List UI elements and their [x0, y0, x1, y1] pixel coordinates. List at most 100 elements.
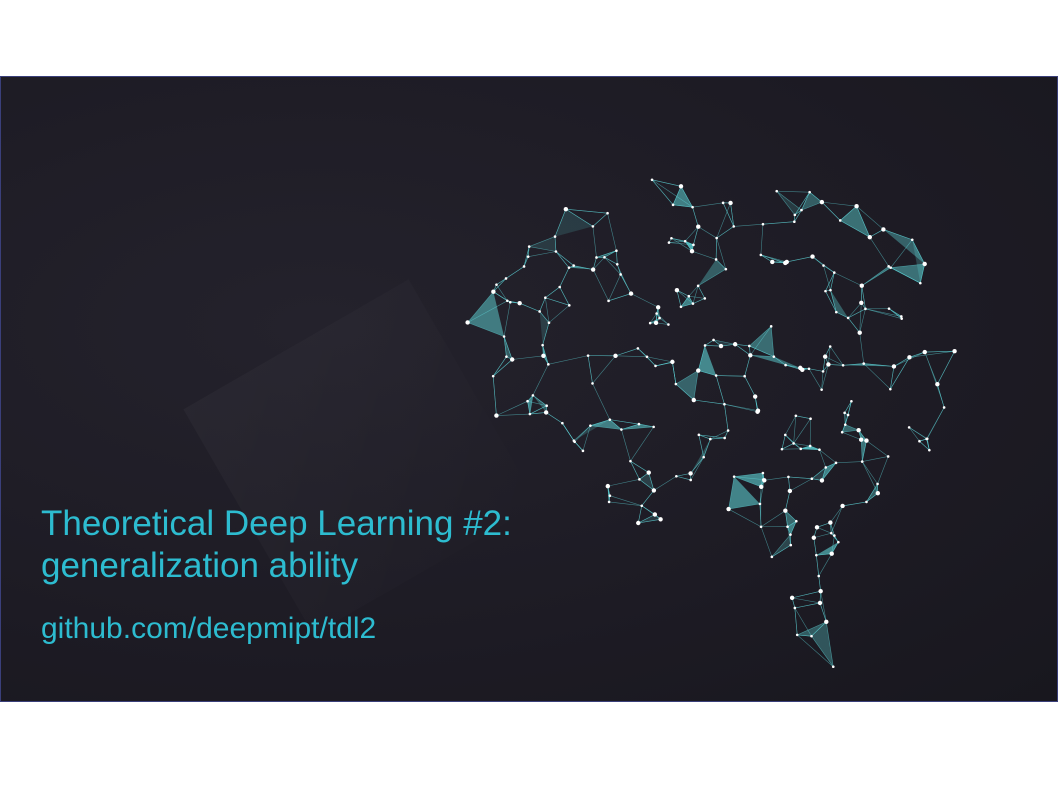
- slide-title: Theoretical Deep Learning #2: generaliza…: [41, 503, 512, 587]
- network-node: [922, 349, 927, 355]
- network-node: [857, 330, 862, 335]
- network-edge: [548, 355, 589, 365]
- network-edge: [692, 207, 699, 227]
- network-node: [919, 281, 922, 285]
- network-node: [887, 307, 891, 310]
- network-node: [875, 491, 881, 496]
- network-edge: [908, 427, 928, 439]
- network-node: [824, 619, 829, 625]
- network-edge: [764, 476, 789, 481]
- network-edge: [607, 479, 640, 487]
- network-facet: [698, 259, 726, 286]
- network-node: [554, 250, 558, 253]
- network-node: [723, 436, 726, 440]
- network-edge: [865, 308, 902, 317]
- network-node: [886, 455, 890, 458]
- network-edge: [620, 274, 632, 294]
- network-node: [769, 325, 773, 328]
- network-node: [558, 285, 561, 289]
- network-node: [783, 508, 788, 513]
- network-node: [907, 426, 911, 429]
- network-edge: [716, 202, 731, 239]
- network-node: [607, 500, 611, 504]
- network-node: [687, 294, 691, 298]
- network-node: [755, 408, 761, 413]
- network-node: [590, 267, 596, 272]
- network-node: [654, 364, 657, 368]
- network-node: [510, 357, 515, 362]
- network-edge: [545, 286, 560, 298]
- network-node: [784, 363, 787, 367]
- network-node: [655, 305, 661, 310]
- network-node: [636, 520, 641, 526]
- network-edge: [847, 401, 852, 416]
- network-edge: [744, 376, 756, 397]
- network-node: [650, 178, 654, 182]
- network-node: [793, 220, 796, 223]
- network-node: [603, 255, 606, 259]
- network-edge: [703, 438, 711, 458]
- network-edge: [690, 456, 704, 474]
- network-node: [553, 235, 557, 238]
- network-edge: [562, 422, 575, 442]
- network-edge: [503, 302, 511, 337]
- network-node: [819, 199, 825, 205]
- network-node: [811, 535, 817, 540]
- network-node: [527, 245, 531, 248]
- network-node: [615, 262, 619, 266]
- network-node: [824, 289, 827, 293]
- network-edge: [842, 501, 867, 507]
- network-node: [864, 307, 867, 311]
- network-edge: [744, 355, 751, 377]
- network-edge: [548, 305, 570, 323]
- network-node: [841, 363, 845, 367]
- network-node: [860, 460, 864, 463]
- network-edge: [821, 201, 841, 221]
- network-node: [952, 349, 957, 354]
- network-node: [780, 447, 784, 451]
- repository-link[interactable]: github.com/deepmipt/tdl2: [41, 611, 376, 647]
- network-node: [696, 224, 701, 229]
- network-node: [810, 254, 815, 259]
- network-node: [709, 437, 712, 441]
- network-facet: [639, 472, 654, 491]
- network-edge: [785, 490, 791, 511]
- network-node: [506, 299, 509, 303]
- network-edge: [528, 251, 557, 257]
- network-node: [819, 478, 825, 483]
- network-node: [810, 634, 813, 638]
- network-node: [543, 410, 549, 415]
- network-node: [670, 236, 673, 240]
- network-edge: [816, 527, 832, 534]
- network-edge: [539, 297, 546, 312]
- network-node: [828, 520, 833, 525]
- network-facet: [638, 514, 661, 524]
- network-node: [541, 353, 546, 359]
- network-node: [784, 259, 789, 265]
- network-node: [547, 363, 550, 366]
- network-edge: [505, 266, 525, 279]
- network-node: [692, 243, 695, 247]
- network-edge: [609, 495, 642, 507]
- network-node: [752, 394, 758, 399]
- network-edge: [615, 355, 647, 358]
- network-edge: [651, 179, 693, 208]
- network-node: [840, 503, 845, 509]
- network-edge: [788, 476, 812, 480]
- network-edge: [785, 434, 794, 444]
- network-node: [792, 442, 795, 445]
- network-node: [591, 225, 595, 228]
- network-edge: [893, 357, 910, 367]
- network-edge: [794, 607, 798, 635]
- network-node: [821, 370, 825, 373]
- network-edge: [866, 440, 889, 457]
- network-node: [770, 555, 774, 559]
- network-node: [689, 248, 695, 254]
- network-edge: [861, 267, 891, 286]
- network-edge: [492, 376, 497, 416]
- network-node: [787, 488, 793, 494]
- network-edge: [716, 375, 745, 377]
- network-node: [726, 429, 730, 432]
- network-node: [702, 455, 705, 459]
- network-node: [714, 374, 718, 377]
